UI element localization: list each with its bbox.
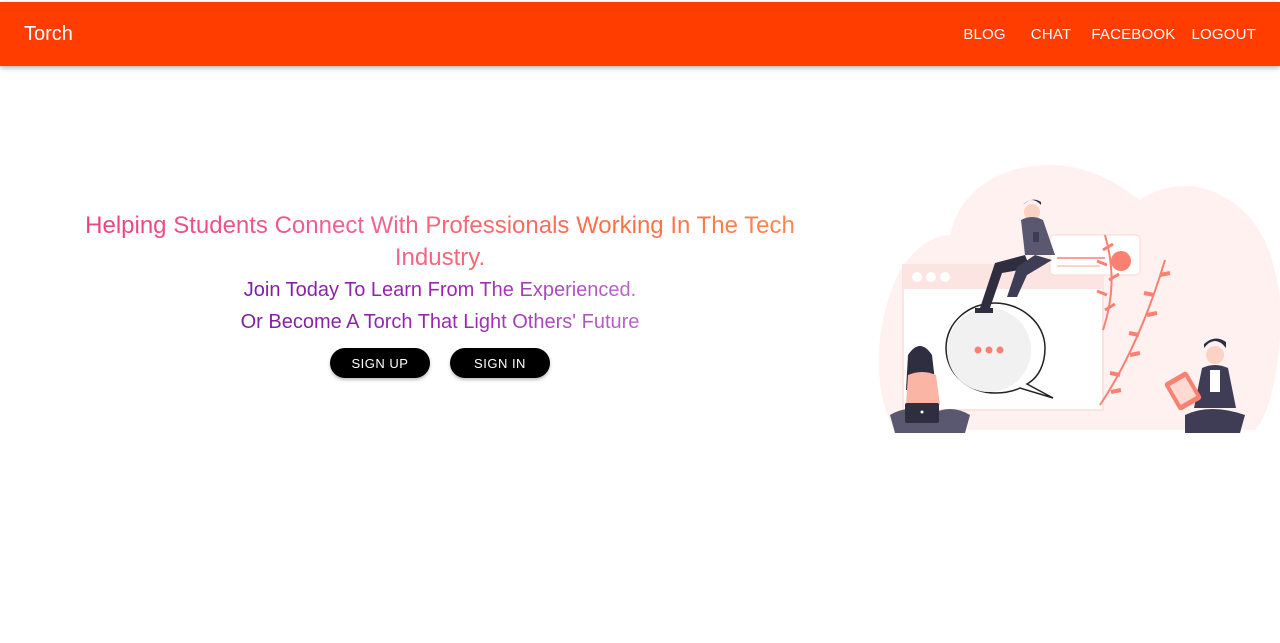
- hero-section: Helping Students Connect With Profession…: [60, 210, 820, 378]
- signup-button[interactable]: SIGN UP: [330, 348, 430, 378]
- nav-facebook[interactable]: FACEBOOK: [1091, 26, 1175, 43]
- signin-button[interactable]: SIGN IN: [450, 348, 550, 378]
- main-nav: BLOG CHAT FACEBOOK LOGOUT: [963, 2, 1256, 66]
- hero-subline-join: Join Today To Learn From The Experienced…: [244, 274, 636, 306]
- hero-buttons: SIGN UP SIGN IN: [60, 348, 820, 378]
- nav-logout[interactable]: LOGOUT: [1191, 26, 1256, 43]
- hero-subline-torch: Or Become A Torch That Light Others' Fut…: [241, 306, 640, 338]
- nav-blog[interactable]: BLOG: [963, 26, 1005, 43]
- nav-chat[interactable]: CHAT: [1031, 26, 1072, 43]
- top-app-bar: Torch BLOG CHAT FACEBOOK LOGOUT: [0, 2, 1280, 66]
- brand-logo[interactable]: Torch: [24, 2, 73, 66]
- hero-headline: Helping Students Connect With Profession…: [60, 210, 820, 274]
- people-chatting-illustration: [878, 165, 1280, 433]
